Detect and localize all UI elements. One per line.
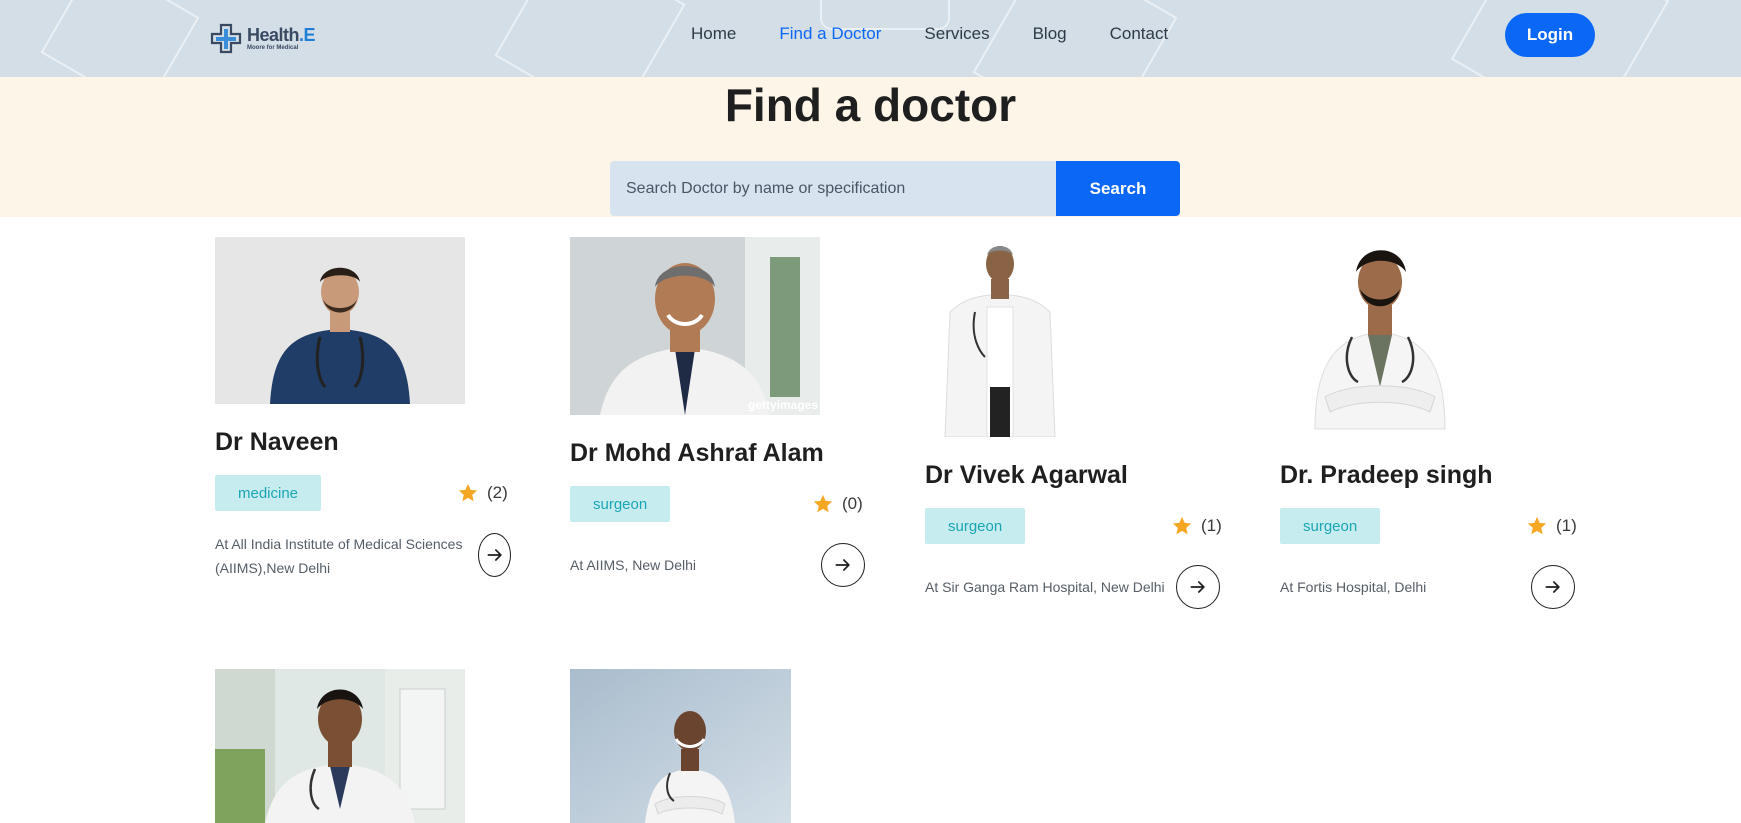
doctor-location: At AIIMS, New Delhi [570, 557, 697, 573]
search-bar: Search [610, 161, 1180, 216]
star-icon [1172, 516, 1192, 535]
medical-cross-icon [210, 23, 242, 54]
nav-find-a-doctor[interactable]: Find a Doctor [779, 24, 881, 44]
doctor-name[interactable]: Dr Naveen [215, 428, 339, 457]
view-doctor-button[interactable] [1176, 565, 1220, 609]
header-decoration [494, 0, 686, 77]
rating: (1) [1171, 515, 1222, 537]
view-doctor-button[interactable] [1531, 565, 1575, 609]
page-title: Find a doctor [724, 79, 1017, 131]
nav-home[interactable]: Home [691, 24, 736, 44]
logo-name-suffix: .E [299, 24, 316, 45]
rating: (1) [1526, 515, 1577, 537]
specialty-badge: surgeon [1280, 508, 1381, 544]
rating: (2) [457, 482, 508, 504]
main-nav: Home Find a Doctor Services Blog Contact [691, 24, 1211, 44]
logo-tagline: Moore for Medical [247, 44, 299, 51]
logo-name: Health [247, 24, 300, 45]
doctor-name[interactable]: Dr Mohd Ashraf Alam [570, 439, 824, 468]
star-icon [1527, 516, 1547, 535]
rating-count: (2) [487, 483, 508, 502]
doctor-name[interactable]: Dr. Pradeep singh [1280, 461, 1493, 490]
doctor-location: At Fortis Hospital, Delhi [1280, 579, 1427, 595]
arrow-right-icon [1190, 581, 1205, 593]
view-doctor-button[interactable] [821, 543, 865, 587]
search-button[interactable]: Search [1056, 161, 1180, 216]
doctor-name[interactable]: Dr Vivek Agarwal [925, 461, 1128, 490]
doctor-photo[interactable] [215, 237, 465, 404]
star-icon [458, 483, 478, 502]
doctor-photo[interactable] [1280, 237, 1480, 437]
header-decoration [40, 0, 200, 77]
doctor-portrait-icon [215, 237, 465, 404]
photo-watermark: gettyimages [747, 398, 818, 412]
rating-count: (1) [1556, 516, 1577, 535]
nav-services[interactable]: Services [924, 24, 989, 44]
doctor-portrait-icon [570, 237, 820, 415]
doctor-photo[interactable] [570, 669, 791, 823]
star-icon [813, 494, 833, 513]
search-input[interactable] [610, 161, 1056, 216]
login-button[interactable]: Login [1505, 13, 1595, 57]
doctor-location: At Sir Ganga Ram Hospital, New Delhi [925, 579, 1165, 595]
rating-count: (0) [842, 494, 863, 513]
specialty-badge: surgeon [570, 486, 671, 522]
nav-contact[interactable]: Contact [1110, 24, 1169, 44]
logo[interactable]: Health.E Moore for Medical [209, 22, 316, 54]
view-doctor-button[interactable] [478, 533, 511, 577]
arrow-right-icon [835, 559, 850, 571]
site-header: Health.E Moore for Medical Home Find a D… [0, 0, 1741, 77]
specialty-badge: medicine [215, 475, 322, 511]
nav-blog[interactable]: Blog [1033, 24, 1067, 44]
doctor-location: At All India Institute of Medical Scienc… [215, 536, 463, 576]
specialty-badge: surgeon [925, 508, 1026, 544]
doctor-portrait-icon [1280, 237, 1480, 437]
doctor-photo[interactable]: gettyimages [570, 237, 820, 415]
arrow-right-icon [487, 549, 502, 561]
doctor-portrait-icon [570, 669, 791, 823]
arrow-right-icon [1545, 581, 1560, 593]
doctor-photo[interactable] [215, 669, 465, 823]
rating-count: (1) [1201, 516, 1222, 535]
doctor-portrait-icon [925, 237, 1075, 437]
doctor-photo[interactable] [925, 237, 1075, 437]
rating: (0) [812, 493, 863, 515]
doctor-portrait-icon [215, 669, 465, 823]
